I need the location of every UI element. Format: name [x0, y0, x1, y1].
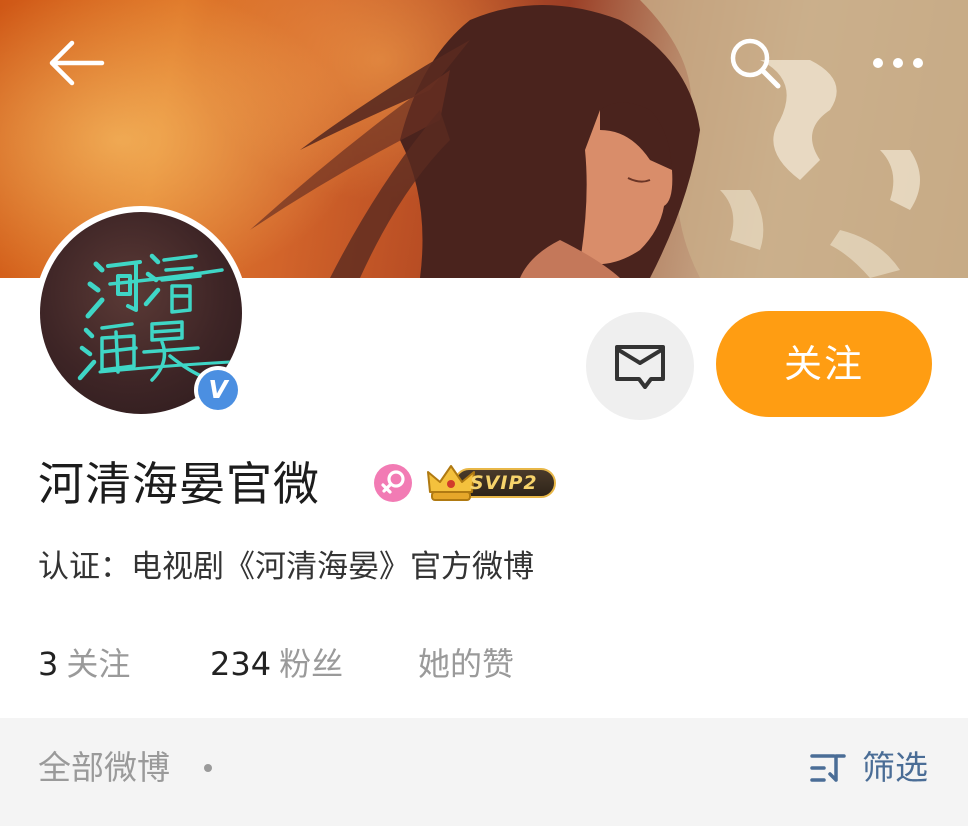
filter-icon [810, 754, 846, 782]
profile-name: 河清海晏官微 [38, 457, 320, 511]
female-gender-icon [374, 464, 412, 502]
search-button[interactable] [722, 32, 788, 94]
more-dots-icon [873, 58, 923, 68]
filter-label: 筛选 [862, 748, 928, 787]
message-envelope-icon [615, 345, 665, 389]
likes-stat[interactable]: 她的赞 [418, 638, 514, 690]
follow-button[interactable]: 关注 [716, 311, 932, 417]
back-button[interactable] [40, 32, 112, 94]
more-button[interactable] [862, 32, 934, 94]
followers-stat[interactable]: 234 粉丝 [210, 638, 343, 690]
likes-label: 她的赞 [418, 645, 515, 683]
followers-count: 234 [210, 645, 272, 683]
message-button[interactable] [586, 312, 694, 420]
following-stat[interactable]: 3 关注 [38, 638, 130, 690]
following-label: 关注 [66, 645, 131, 683]
verified-badge: V [194, 366, 242, 414]
verified-v-icon: V [198, 370, 238, 410]
dropdown-dot-icon[interactable] [204, 764, 212, 772]
followers-label: 粉丝 [279, 645, 344, 683]
search-icon [730, 38, 781, 89]
following-count: 3 [38, 645, 59, 683]
all-posts-tab[interactable]: 全部微博 [38, 742, 170, 794]
svip-badge[interactable]: SVIP2 [426, 462, 560, 504]
svip-label: SVIP2 [470, 472, 538, 494]
crown-icon [427, 465, 475, 501]
back-arrow-icon [49, 40, 105, 86]
verification-text: 认证：电视剧《河清海晏》官方微博 [38, 549, 534, 585]
profile-page: V 关注 河清海晏官微 SVIP2 认证：电视剧《河清海晏》官方微博 3关注 [0, 0, 968, 826]
feed-filter-bar: 全部微博 筛选 [0, 718, 968, 826]
